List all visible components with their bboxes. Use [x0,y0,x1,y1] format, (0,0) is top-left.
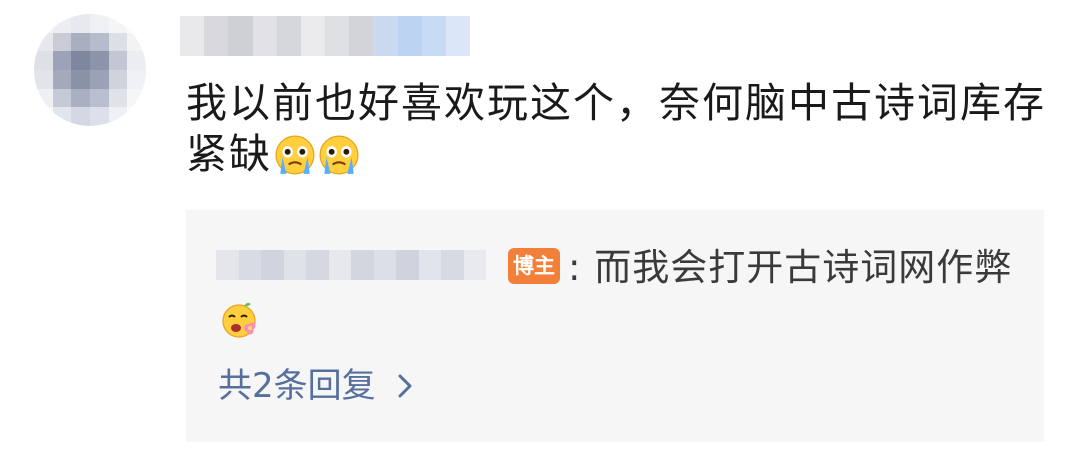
avatar-mosaic-tile [108,14,128,33]
avatar-mosaic-tile [34,107,53,126]
reply-body: : 而我会打开古诗词网作弊 [568,246,1013,289]
view-replies-link[interactable]: 共2条回复 [218,364,416,408]
avatar-mosaic-tile [71,14,90,33]
crying-emoji-icon [275,135,315,175]
avatar-mosaic-tile [34,51,53,70]
avatar-mosaic-tile [52,88,72,108]
username-mosaic-tile [276,16,301,56]
avatar-mosaic-tile [108,107,128,126]
username-blurred[interactable] [180,16,471,56]
avatar-mosaic-tile [71,69,90,89]
avatar-mosaic-tile [108,88,128,108]
avatar-mosaic-tile [89,14,109,33]
avatar-mosaic-tile [71,51,90,70]
username-mosaic-tile [228,16,253,56]
flower-face-emoji-icon [222,302,256,338]
crying-emoji-icon [319,135,359,175]
username-mosaic-tile [421,16,446,56]
username-mosaic-tile [325,16,350,56]
avatar-mosaic-tile [71,32,90,52]
avatar-mosaic-tile [71,88,90,108]
comment-text: 我以前也好喜欢玩这个，奈何脑中古诗词库存紧缺 [186,78,1056,180]
avatar-mosaic-tile [52,69,72,89]
avatar-mosaic-tile [127,107,146,126]
avatar-mosaic-tile [34,69,53,89]
username-mosaic-tile [445,16,471,56]
avatar-mosaic-tile [34,32,53,52]
avatar-mosaic-tile [89,51,109,70]
view-replies-label: 共2条回复 [218,366,376,406]
avatar-mosaic-tile [127,88,146,108]
username-mosaic-tile [180,16,205,56]
avatar-mosaic-tile [34,14,53,33]
avatar-mosaic-tile [127,69,146,89]
username-mosaic-tile [349,16,374,56]
reply-box[interactable]: 博主 : 而我会打开古诗词网作弊 共2条回复 [186,210,1044,442]
username-mosaic-tile [252,16,277,56]
avatar-mosaic-tile [52,14,72,33]
avatar-mosaic-tile [89,107,109,126]
avatar[interactable] [34,14,146,126]
avatar-mosaic-tile [108,69,128,89]
username-mosaic-tile [300,16,326,56]
avatar-mosaic-tile [89,88,109,108]
avatar-mosaic-tile [127,51,146,70]
avatar-mosaic-tile [89,32,109,52]
avatar-mosaic-tile [108,32,128,52]
username-mosaic-tile [204,16,229,56]
username-mosaic-tile [397,16,422,56]
reply-text: : 而我会打开古诗词网作弊 [218,242,1018,346]
avatar-mosaic-tile [89,69,109,89]
avatar-mosaic-tile [52,32,72,52]
avatar-mosaic-tile [52,51,72,70]
avatar-mosaic-tile [127,32,146,52]
avatar-mosaic-tile [71,107,90,126]
chevron-right-icon [398,374,412,398]
username-mosaic-tile [373,16,398,56]
avatar-mosaic-tile [34,88,53,108]
avatar-mosaic-tile [127,14,146,33]
avatar-mosaic-tile [52,107,72,126]
avatar-mosaic-tile [108,51,128,70]
